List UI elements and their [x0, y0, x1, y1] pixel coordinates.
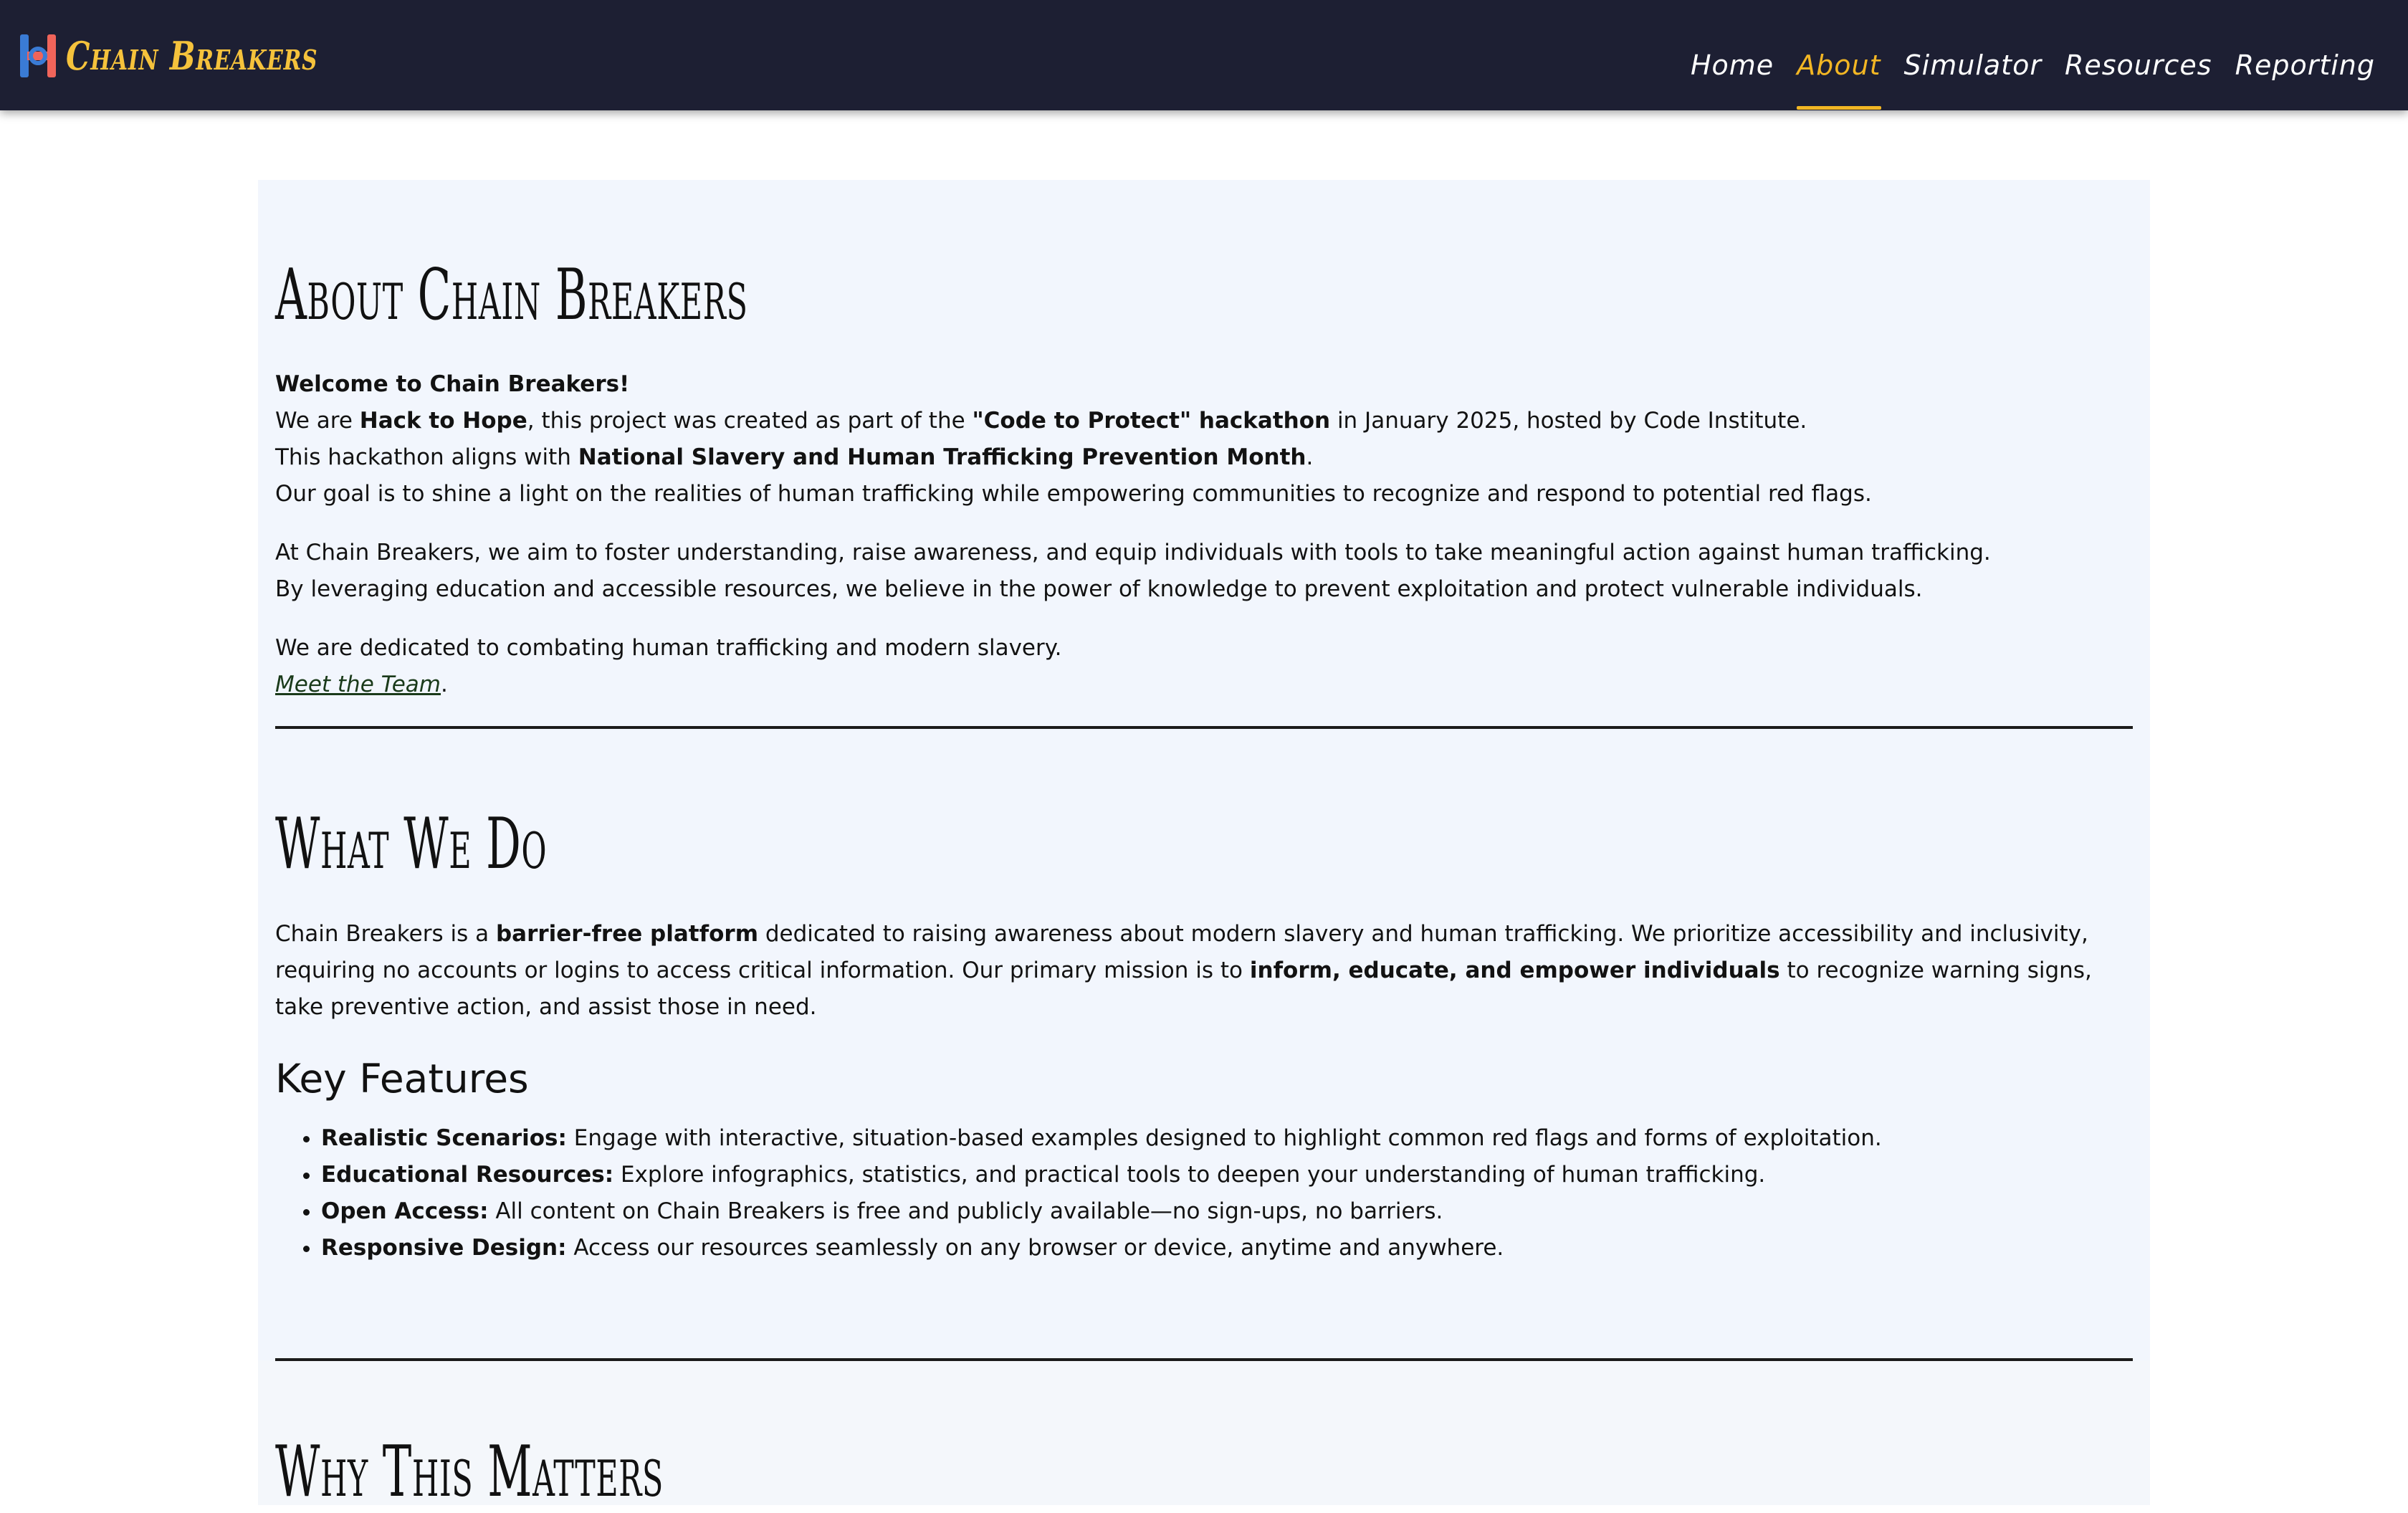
what-we-do-title: What We Do [275, 803, 548, 885]
text-fragment: Chain Breakers is a [275, 921, 496, 947]
why-section: Why This Matters [275, 1431, 2133, 1513]
text-fragment: We are [275, 408, 360, 434]
about-line-3: Our goal is to shine a light on the real… [275, 481, 1872, 507]
features-list: Realistic Scenarios: Engage with interac… [275, 1120, 2133, 1266]
nav-simulator-link[interactable]: Simulator [1893, 21, 2053, 110]
feature-item: Realistic Scenarios: Engage with interac… [321, 1120, 2133, 1157]
feature-name: Open Access: [321, 1198, 489, 1224]
welcome-line: Welcome to Chain Breakers! [275, 366, 2133, 403]
about-title: About Chain Breakers [275, 254, 748, 336]
feature-item: Educational Resources: Explore infograph… [321, 1157, 2133, 1193]
key-features-heading: Key Features [275, 1056, 529, 1102]
site-navbar: Chain Breakers Home About Simulator Reso… [0, 0, 2408, 110]
about-line-2: This hackathon aligns with National Slav… [275, 439, 2133, 476]
feature-description: Engage with interactive, situation-based… [566, 1125, 1882, 1151]
main-nav: Home About Simulator Resources Reporting [1679, 0, 2386, 110]
brand[interactable]: Chain Breakers [19, 29, 388, 83]
team-link-line: Meet the Team. [275, 667, 2133, 703]
features-list-wrap: Realistic Scenarios: Engage with interac… [275, 1120, 2133, 1266]
what-we-do-section: What We Do [275, 803, 2133, 885]
mission-line-2: By leveraging education and accessible r… [275, 576, 1923, 602]
platform-highlight: barrier-free platform [495, 921, 758, 947]
nav-home-link[interactable]: Home [1679, 21, 1785, 110]
team-name: Hack to Hope [359, 408, 527, 434]
nav-about-link[interactable]: About [1785, 21, 1892, 110]
feature-description: Explore infographics, statistics, and pr… [613, 1162, 1766, 1188]
feature-name: Educational Resources: [321, 1162, 614, 1188]
nav-resources-link[interactable]: Resources [2053, 21, 2224, 110]
what-we-do-paragraph: Chain Breakers is a barrier-free platfor… [275, 916, 2133, 1026]
about-text: Welcome to Chain Breakers! We are Hack t… [275, 366, 2133, 703]
brand-name: Chain Breakers [66, 33, 318, 79]
mission-highlight: inform, educate, and empower individuals [1249, 958, 1780, 983]
section-divider [275, 726, 2133, 729]
awareness-month: National Slavery and Human Trafficking P… [578, 444, 1306, 470]
about-panel: About Chain Breakers Welcome to Chain Br… [258, 180, 2150, 1513]
feature-item: Open Access: All content on Chain Breake… [321, 1193, 2133, 1230]
about-line-1: We are Hack to Hope, this project was cr… [275, 403, 2133, 439]
section-divider [275, 1358, 2133, 1361]
text-fragment: . [1306, 444, 1314, 470]
text-fragment: This hackathon aligns with [275, 444, 578, 470]
hackathon-name: "Code to Protect" hackathon [972, 408, 1331, 434]
feature-name: Realistic Scenarios: [321, 1125, 567, 1151]
about-section: About Chain Breakers [275, 254, 2133, 336]
why-title: Why This Matters [275, 1431, 664, 1513]
dedication-line: We are dedicated to combating human traf… [275, 635, 1062, 661]
meet-the-team-link[interactable]: Meet the Team [275, 672, 441, 697]
feature-description: Access our resources seamlessly on any b… [566, 1235, 1504, 1261]
what-we-do-text: Chain Breakers is a barrier-free platfor… [275, 916, 2133, 1026]
text-fragment: , this project was created as part of th… [527, 408, 973, 434]
chain-logo-icon [19, 30, 57, 82]
nav-reporting-link[interactable]: Reporting [2224, 21, 2386, 110]
mission-line-1: At Chain Breakers, we aim to foster unde… [275, 540, 1991, 565]
feature-name: Responsive Design: [321, 1235, 567, 1261]
feature-description: All content on Chain Breakers is free an… [488, 1198, 1443, 1224]
feature-item: Responsive Design: Access our resources … [321, 1230, 2133, 1266]
text-fragment: . [441, 672, 448, 697]
text-fragment: in January 2025, hosted by Code Institut… [1330, 408, 1807, 434]
key-features: Key Features [275, 1056, 2133, 1102]
welcome-text: Welcome to Chain Breakers! [275, 371, 630, 397]
